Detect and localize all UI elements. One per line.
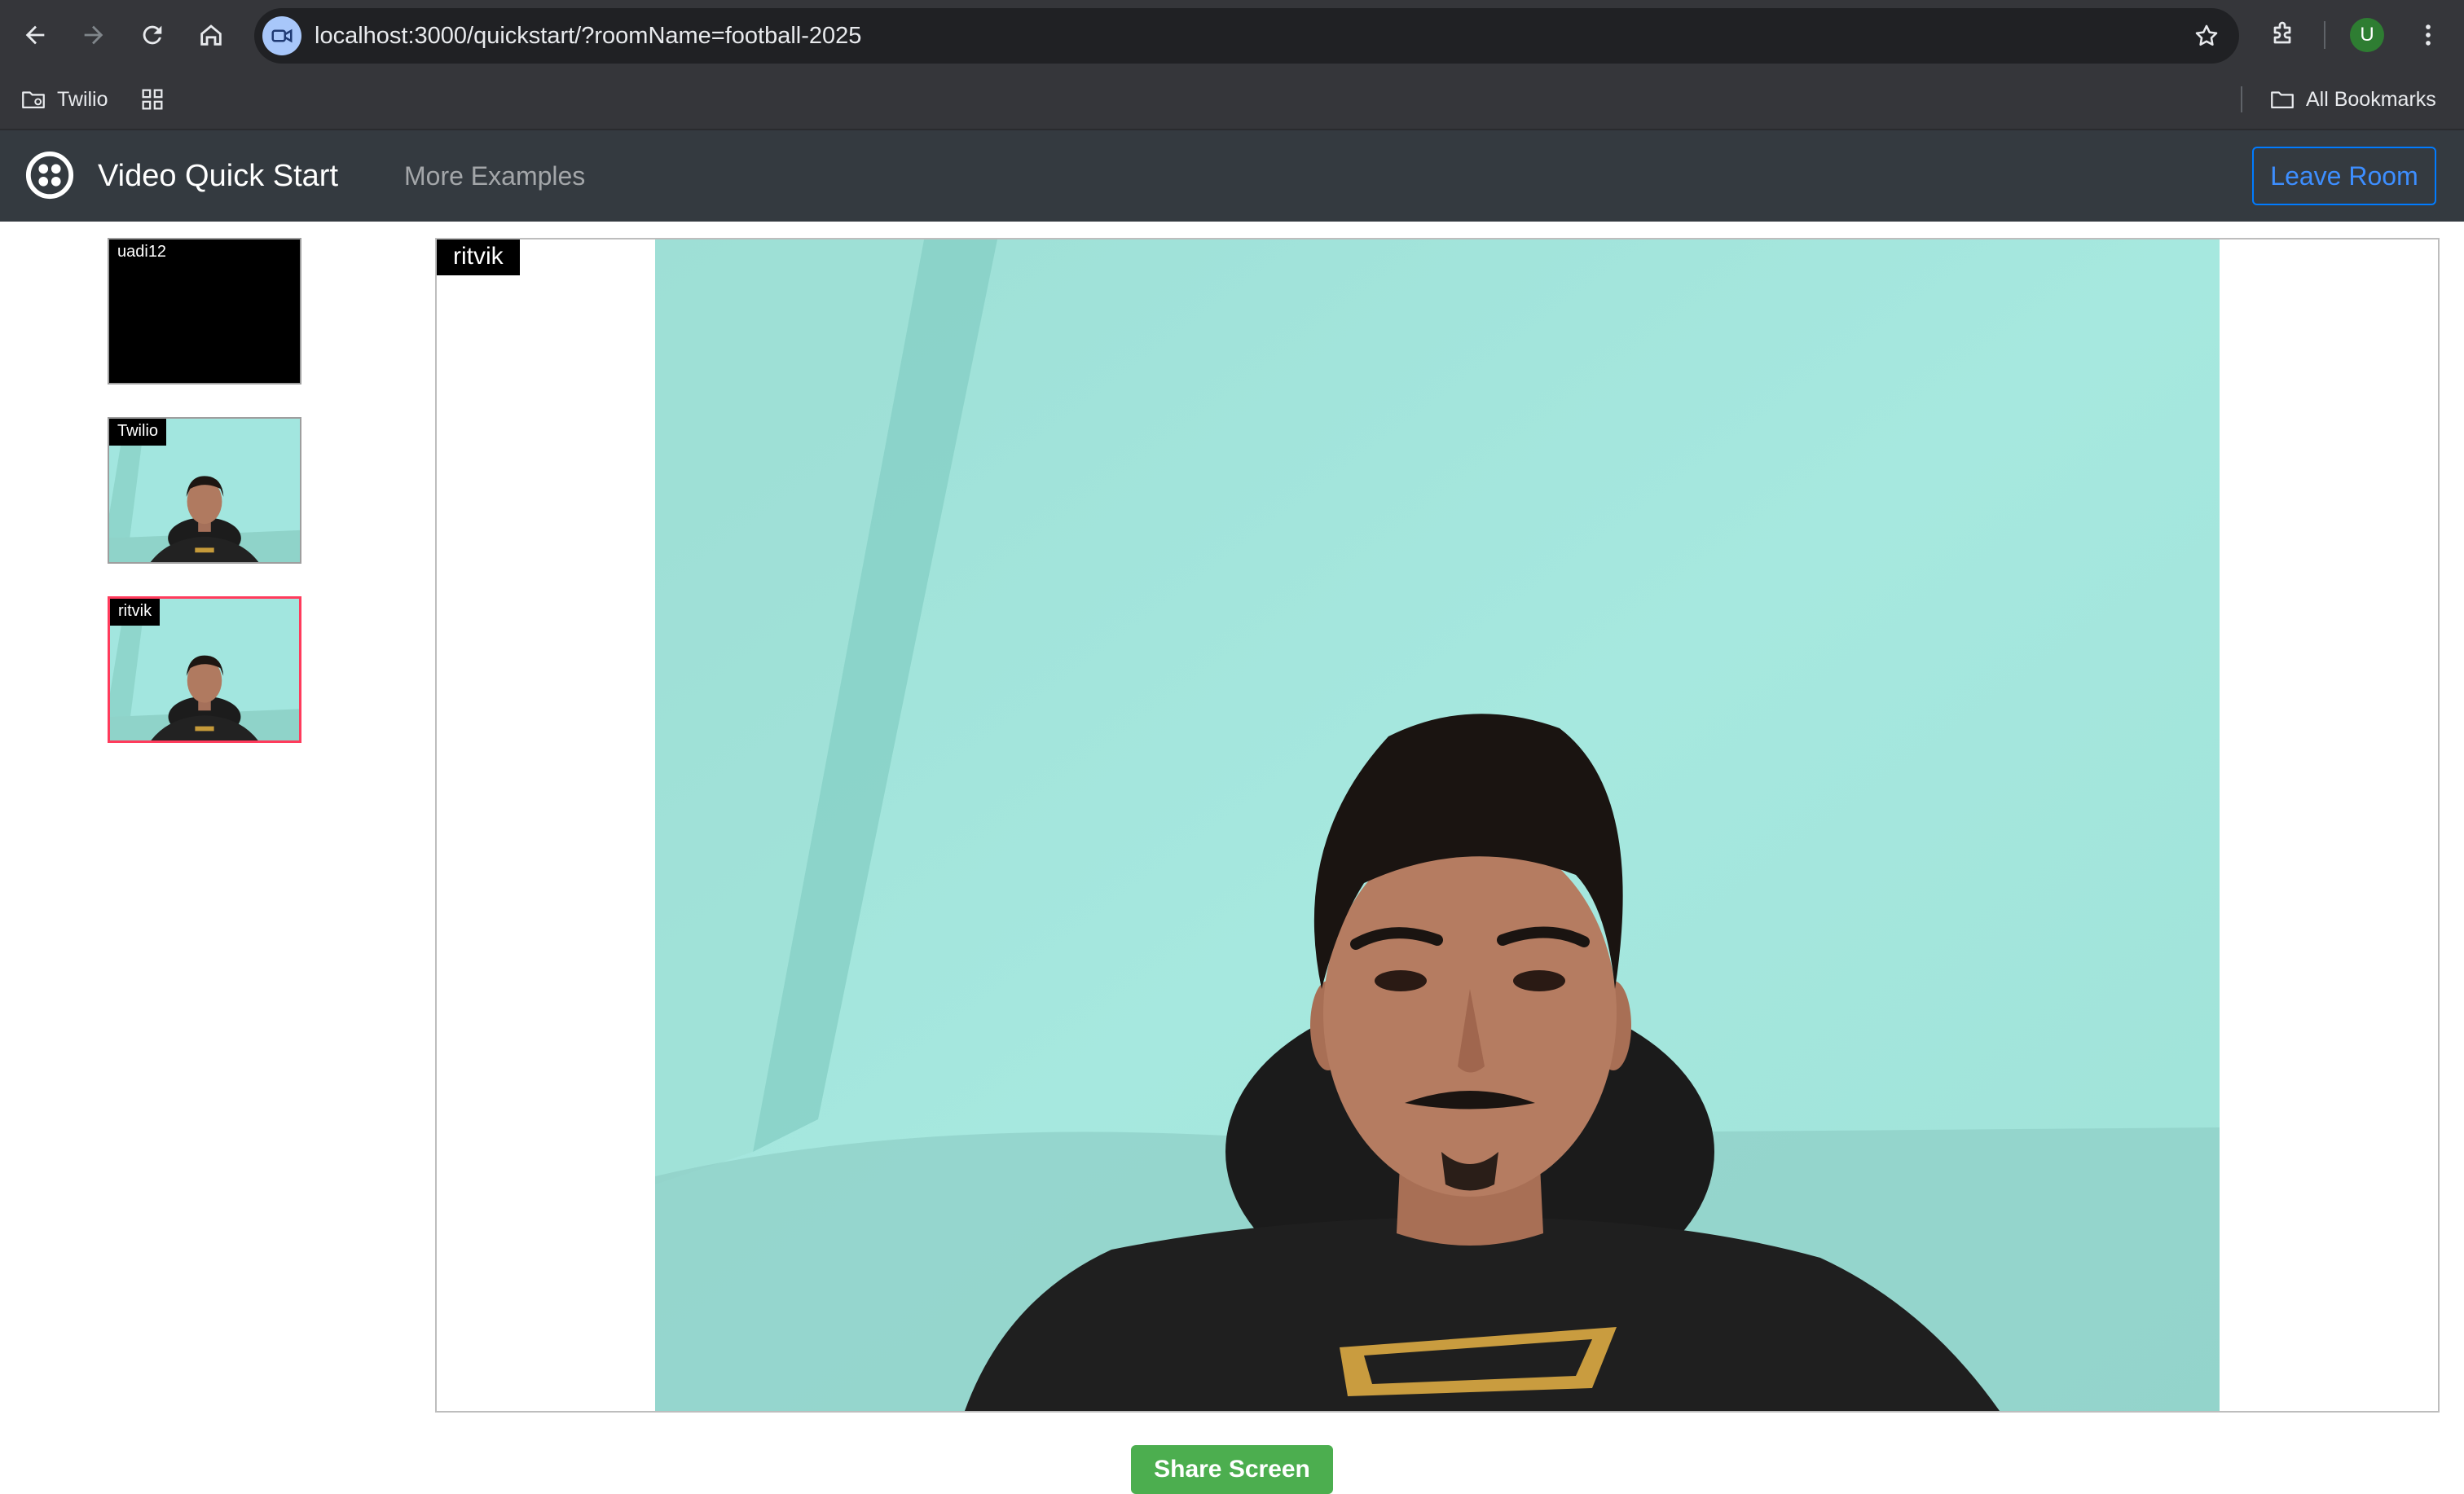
browser-menu-button[interactable] [2412,16,2444,54]
reload-icon [143,25,162,45]
back-button[interactable] [16,16,54,54]
participant-name-label: uadi12 [109,239,175,266]
leave-room-button[interactable]: Leave Room [2252,147,2436,205]
toolbar-divider [2324,21,2325,49]
bookmarks-bar: Twilio All Bookmarks [0,70,2464,130]
address-bar[interactable]: localhost:3000/quickstart/?roomName=foot… [254,8,2239,64]
reload-button[interactable] [134,16,171,54]
bookmark-folder-twilio[interactable]: Twilio [20,81,108,117]
profile-avatar[interactable]: U [2350,18,2384,52]
more-vert-icon [2426,24,2431,46]
arrow-right-icon [84,25,103,45]
home-icon [200,24,222,46]
main-participant-video [655,239,2220,1411]
brand-title[interactable]: Video Quick Start [98,130,338,222]
app-navbar: Video Quick Start More Examples Leave Ro… [0,130,2464,222]
star-icon [2195,24,2218,46]
main-video-container: ritvik [435,238,2440,1413]
bookmark-star-button[interactable] [2189,18,2224,54]
url-text[interactable]: localhost:3000/quickstart/?roomName=foot… [315,8,861,64]
participant-name-label: Twilio [109,419,167,446]
managed-folder-icon [22,91,45,109]
arrow-left-icon [25,25,45,45]
participant-tile-ritvik[interactable]: ritvik [108,596,301,743]
browser-toolbar: localhost:3000/quickstart/?roomName=foot… [0,0,2464,70]
puzzle-icon [2273,21,2291,44]
main-participant-name: ritvik [437,239,520,275]
video-camera-icon [271,29,293,43]
all-bookmarks-label: All Bookmarks [2306,87,2436,111]
share-screen-button[interactable]: Share Screen [1131,1445,1333,1494]
extensions-button[interactable] [2264,16,2301,54]
participant-name-label: ritvik [110,599,161,626]
nav-link-more-examples[interactable]: More Examples [404,130,585,222]
folder-icon [2271,91,2294,109]
home-button[interactable] [192,16,230,54]
participant-tile-twilio[interactable]: Twilio [108,417,301,564]
site-video-icon[interactable] [262,16,301,55]
bookmark-label: Twilio [57,87,108,111]
forward-button[interactable] [75,16,112,54]
all-bookmarks-button[interactable]: All Bookmarks [2268,81,2436,117]
apps-grid-icon [142,89,163,110]
participant-tile-uadi12[interactable]: uadi12 [108,238,301,384]
bookmarks-divider [2241,86,2242,112]
twilio-logo-icon[interactable] [24,150,75,200]
apps-shortcut[interactable] [139,81,176,117]
